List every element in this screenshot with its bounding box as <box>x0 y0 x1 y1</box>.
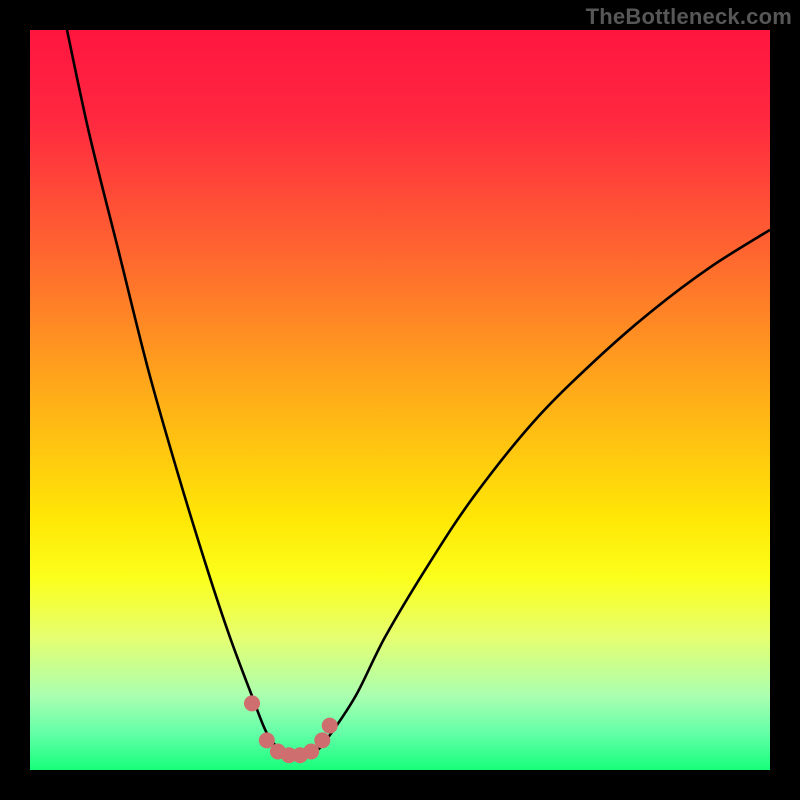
valley-markers-group <box>244 695 338 763</box>
valley-marker <box>314 732 330 748</box>
valley-marker <box>322 718 338 734</box>
watermark-text: TheBottleneck.com <box>586 4 792 30</box>
plot-area <box>30 30 770 770</box>
bottleneck-curve <box>67 30 770 756</box>
chart-frame: TheBottleneck.com <box>0 0 800 800</box>
valley-marker <box>244 695 260 711</box>
curve-layer <box>30 30 770 770</box>
